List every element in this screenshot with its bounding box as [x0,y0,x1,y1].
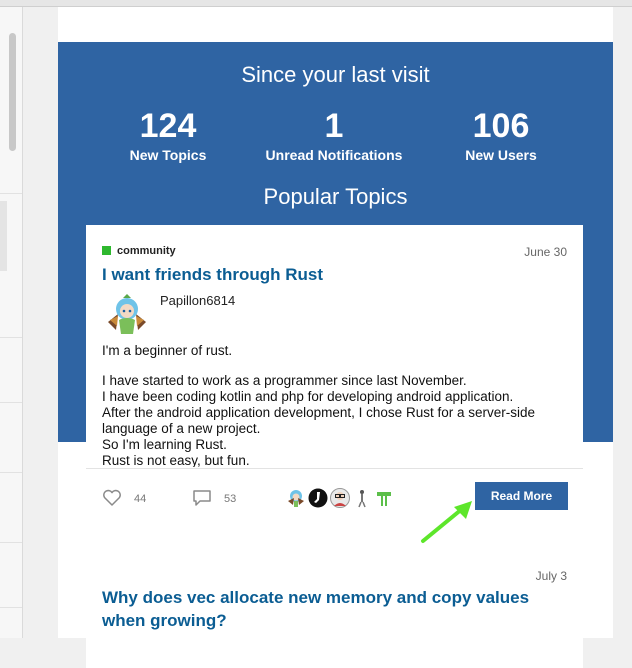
browser-top-bar [0,0,632,7]
popular-topics-heading: Popular Topics [263,184,408,209]
email-body: Since your last visit 124 New Topics 1 U… [58,7,613,668]
stat-label: New Topics [129,147,207,163]
speech-bubble-icon [193,490,211,506]
read-more-button[interactable]: Read More [475,482,568,510]
sidebar-divider [0,472,22,473]
excerpt-line: After the android application developmen… [102,405,535,436]
card-divider [86,468,583,469]
topic-excerpt: I'm a beginner of rust. I have started t… [102,343,572,467]
sidebar-scrollbar[interactable] [9,33,16,151]
topic-title-link[interactable]: Why does vec allocate new memory and cop… [102,586,562,632]
stat-new-users: 106 New Users [416,107,586,163]
topic-date: June 30 [524,245,567,259]
author-avatar [108,294,146,334]
sidebar-divider [0,402,22,403]
summary-title: Since your last visit [241,62,430,87]
stat-value: 124 [139,107,197,145]
stat-unread-notifications: 1 Unread Notifications [249,107,419,163]
excerpt-line: I'm a beginner of rust. [102,343,233,358]
category-color-swatch [102,246,111,255]
excerpt-line: I have started to work as a programmer s… [102,373,467,388]
like-count-value: 44 [134,493,147,505]
email-viewer: Since your last visit 124 New Topics 1 U… [23,7,632,668]
author-username[interactable]: Papillon6814 [160,293,235,308]
topic-card: community June 30 I want friends through… [86,225,583,528]
excerpt-line: I have been coding kotlin and php for de… [102,389,514,404]
stat-new-topics: 124 New Topics [83,107,253,163]
participant-avatar [330,488,350,508]
participant-avatar [374,488,394,508]
sidebar-divider [0,337,22,338]
sidebar-divider [0,542,22,543]
reply-count-value: 53 [224,493,237,505]
like-count: 44 [102,489,146,507]
stat-label: New Users [465,147,537,163]
excerpt-line: So I'm learning Rust. [102,437,227,452]
heart-icon [103,489,121,506]
participant-avatar [308,488,328,508]
category-label: community [117,245,176,257]
stat-value: 1 [324,107,344,145]
left-sidebar [0,7,23,638]
reply-count: 53 [192,489,236,507]
topic-date: July 3 [535,569,567,583]
participant-avatar [352,488,372,508]
sidebar-row[interactable] [0,201,7,271]
topic-title-link[interactable]: I want friends through Rust [102,263,562,286]
annotation-arrow-icon [421,501,472,543]
sidebar-divider [0,607,22,608]
stat-value: 106 [472,107,530,145]
sidebar-divider [0,193,22,194]
category-tag[interactable]: community [102,245,176,257]
stat-label: Unread Notifications [265,147,403,163]
excerpt-line: Rust is not easy, but fun. [102,453,250,467]
participant-avatar [286,488,306,508]
topic-card: July 3 Why does vec allocate new memory … [86,548,583,668]
